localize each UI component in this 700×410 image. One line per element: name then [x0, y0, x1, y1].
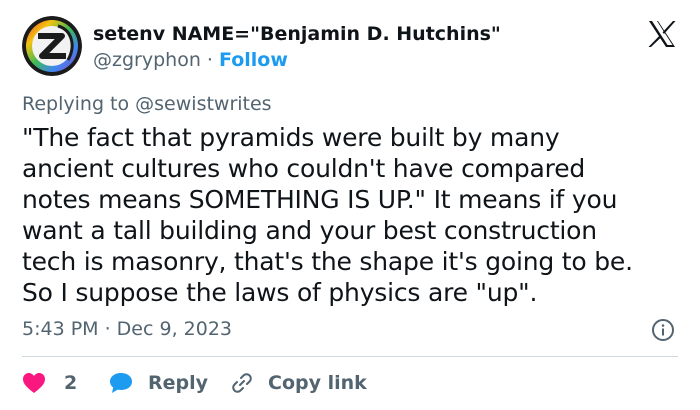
divider — [22, 356, 678, 357]
tweet-text: "The fact that pyramids were built by ma… — [22, 122, 692, 308]
copy-link-label: Copy link — [268, 372, 367, 394]
separator-dot: · — [200, 49, 219, 71]
tweet-line: tech is masonry, that's the shape it's g… — [22, 247, 633, 276]
link-icon — [232, 373, 252, 393]
tweet-line: So I suppose the laws of physics are "up… — [22, 278, 538, 307]
tweet-card: setenv NAME="Benjamin D. Hutchins" @zgry… — [0, 0, 700, 410]
heart-icon — [23, 373, 45, 393]
author-display-name[interactable]: setenv NAME="Benjamin D. Hutchins" — [93, 23, 501, 45]
timestamp[interactable]: 5:43 PM · Dec 9, 2023 — [22, 318, 232, 340]
avatar-image — [22, 16, 82, 76]
like-count: 2 — [64, 372, 78, 394]
follow-button[interactable]: Follow — [219, 49, 288, 71]
replying-to: Replying to @sewistwrites — [22, 93, 272, 115]
author-handle[interactable]: @zgryphon — [93, 49, 201, 71]
replying-to-mention[interactable]: @sewistwrites — [135, 93, 271, 115]
copy-link-button[interactable]: Copy link — [230, 366, 367, 400]
author-handle-line: @zgryphon · Follow — [93, 49, 288, 71]
info-icon[interactable] — [651, 318, 675, 342]
x-logo-icon[interactable] — [647, 20, 677, 48]
reply-label: Reply — [148, 372, 209, 394]
like-button[interactable]: 2 — [22, 366, 77, 400]
replying-to-prefix: Replying to — [22, 93, 136, 115]
tweet-line: want a tall building and your best const… — [22, 216, 597, 245]
avatar[interactable] — [22, 16, 82, 76]
tweet-line: "The fact that pyramids were built by ma… — [22, 123, 560, 152]
reply-button[interactable]: Reply — [108, 366, 208, 400]
comment-bubble-icon — [110, 373, 132, 393]
tweet-line: notes means SOMETHING IS UP." It means i… — [22, 185, 618, 214]
tweet-line: ancient cultures who couldn't have compa… — [22, 154, 586, 183]
